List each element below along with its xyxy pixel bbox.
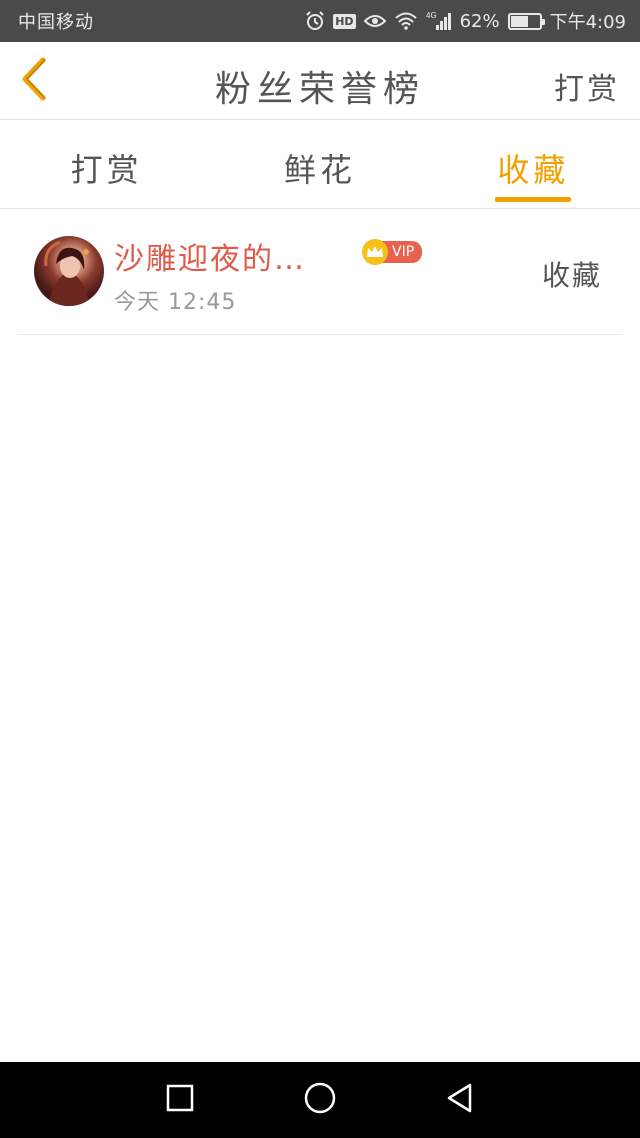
battery-icon [507, 12, 545, 30]
username[interactable]: 沙雕迎夜的… [114, 234, 306, 278]
action-label: 收藏 [541, 259, 602, 292]
reward-button[interactable]: 打赏 [554, 64, 620, 108]
tab-indicator [495, 197, 572, 202]
network-label: 4G [426, 11, 437, 20]
circle-icon [304, 1082, 336, 1118]
fan-list: 沙雕迎夜的… VIP 今天 12:45 收藏 [18, 210, 622, 335]
timestamp: 今天 12:45 [114, 290, 237, 315]
page-title: 粉丝荣誉榜 [214, 69, 425, 110]
home-button[interactable] [290, 1070, 350, 1130]
tab-label: 收藏 [497, 151, 570, 189]
tab-flowers[interactable]: 鲜花 [213, 121, 426, 208]
tab-favorites[interactable]: 收藏 [427, 121, 640, 208]
status-icons: HD 4G 62% 下午4:09 [305, 8, 626, 34]
hd-icon: HD [333, 13, 356, 29]
status-bar: 中国移动 HD 4G 62% 下午4:09 [0, 0, 640, 42]
tab-label: 打赏 [70, 151, 143, 189]
signal-icon: 4G [426, 11, 452, 31]
tab-reward[interactable]: 打赏 [0, 121, 213, 208]
wifi-icon [394, 12, 418, 30]
triangle-left-icon [446, 1083, 474, 1117]
header: 粉丝荣誉榜 打赏 [0, 42, 640, 120]
alarm-icon [305, 11, 325, 31]
crown-icon [362, 239, 388, 265]
square-icon [166, 1084, 194, 1116]
carrier-label: 中国移动 [18, 12, 94, 33]
clock-label: 下午4:09 [549, 12, 626, 33]
list-item[interactable]: 沙雕迎夜的… VIP 今天 12:45 收藏 [18, 210, 622, 335]
eye-icon [363, 13, 386, 29]
navigation-bar [0, 1062, 640, 1138]
tab-bar: 打赏 鲜花 收藏 [0, 121, 640, 209]
avatar[interactable] [34, 236, 104, 306]
tab-label: 鲜花 [283, 151, 356, 189]
vip-badge: VIP [362, 239, 423, 265]
recent-apps-button[interactable] [150, 1070, 210, 1130]
back-nav-button[interactable] [430, 1070, 490, 1130]
battery-percent: 62% [459, 10, 500, 32]
battery-fill [510, 15, 528, 27]
